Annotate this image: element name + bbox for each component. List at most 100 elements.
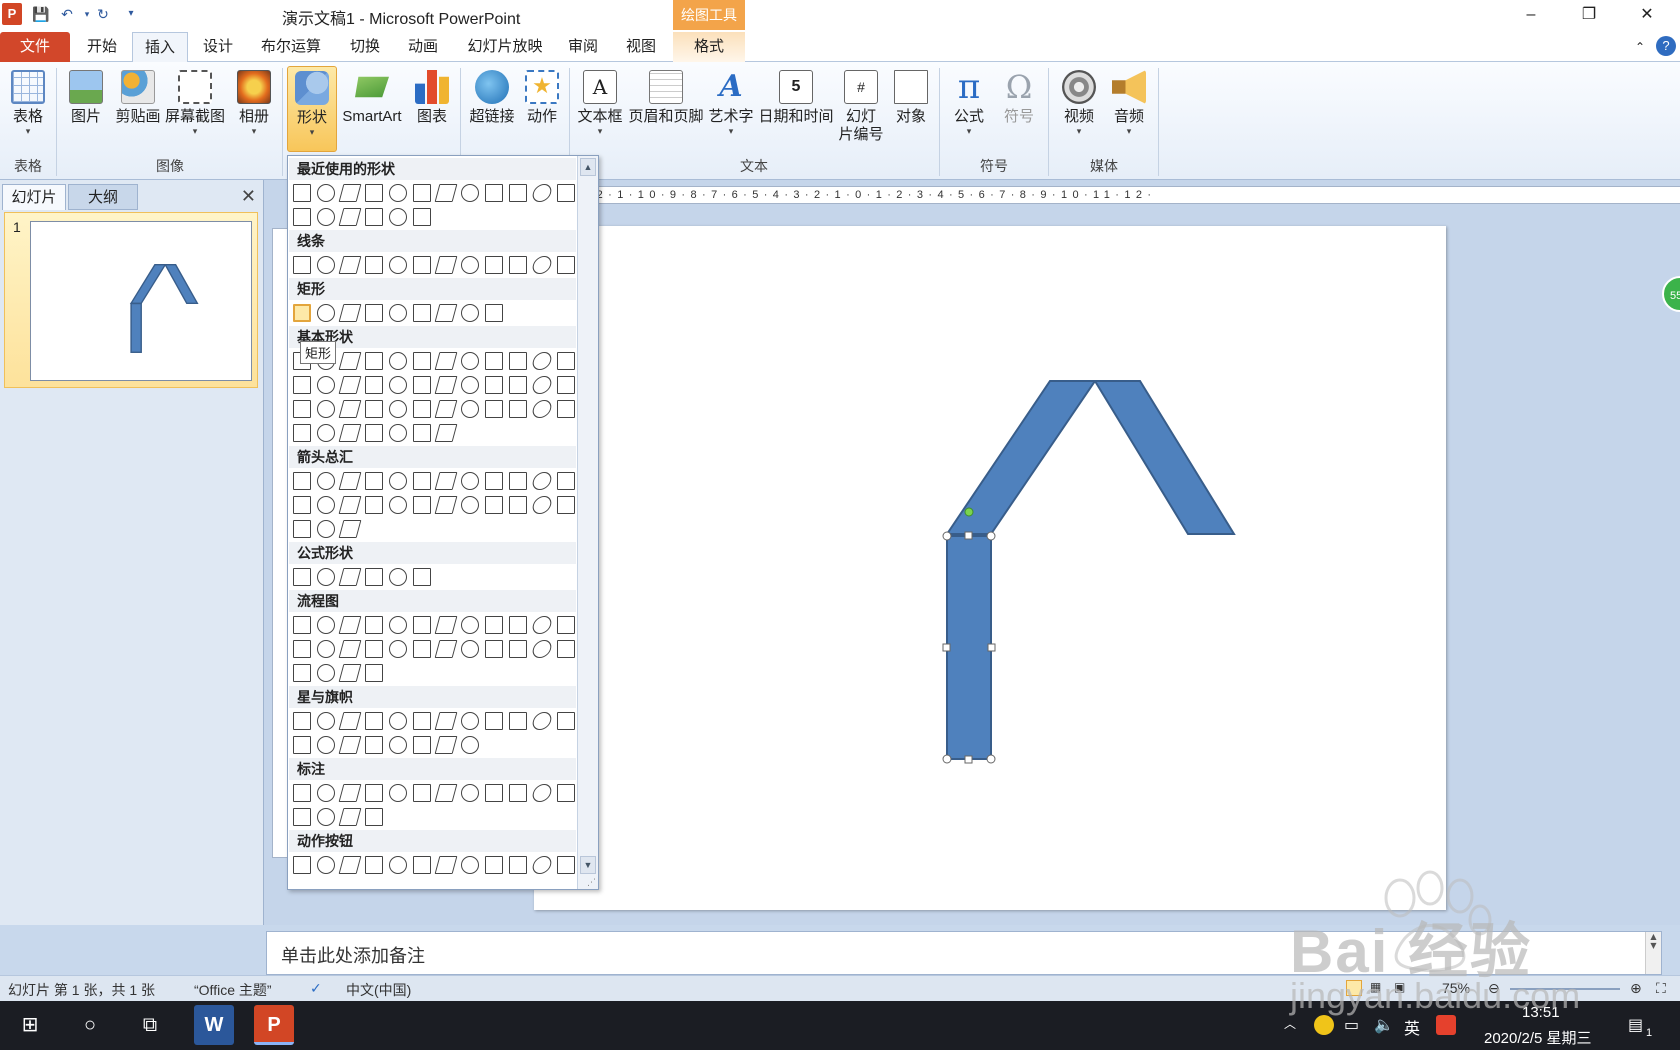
flowchart-row-3[interactable]	[293, 664, 383, 686]
arrows-shape-icon[interactable]	[461, 496, 479, 514]
tab-boolean[interactable]: 布尔运算	[254, 32, 328, 62]
stars-shape-icon[interactable]	[461, 712, 479, 730]
basic-shape-icon[interactable]	[530, 352, 554, 370]
basic-shape-icon[interactable]	[434, 352, 458, 370]
lines-shape-icon[interactable]	[293, 256, 311, 274]
arrows-shape-icon[interactable]	[485, 472, 503, 490]
basic-shape-icon[interactable]	[413, 424, 431, 442]
lines-shape-icon[interactable]	[530, 256, 554, 274]
undo-icon[interactable]: ↶	[58, 5, 76, 23]
flowchart-shape-icon[interactable]	[530, 616, 554, 634]
basic-shape-icon[interactable]	[317, 376, 335, 394]
tab-review[interactable]: 审阅	[560, 32, 606, 62]
flowchart-shape-icon[interactable]	[461, 616, 479, 634]
basic-shape-icon[interactable]	[485, 400, 503, 418]
lines-shape-icon[interactable]	[413, 256, 431, 274]
stars-row-1[interactable]	[293, 712, 575, 734]
basic-shape-icon[interactable]	[413, 400, 431, 418]
stars-shape-icon[interactable]	[317, 712, 335, 730]
fit-slide-icon[interactable]: ⛶	[1656, 980, 1666, 997]
action-buttons-shape-icon[interactable]	[413, 856, 431, 874]
stars-shape-icon[interactable]	[461, 736, 479, 754]
callouts-shape-icon[interactable]	[557, 784, 575, 802]
basic-shape-icon[interactable]	[293, 376, 311, 394]
flowchart-shape-icon[interactable]	[338, 664, 362, 682]
stars-shape-icon[interactable]	[293, 712, 311, 730]
recent-shapes-shape-icon[interactable]	[293, 208, 311, 226]
basic-shape-icon[interactable]	[557, 376, 575, 394]
datetime-button[interactable]: 5 日期和时间	[758, 66, 834, 152]
recent-shapes-shape-icon[interactable]	[413, 184, 431, 202]
arrows-shape-icon[interactable]	[434, 472, 458, 490]
basic-shape-icon[interactable]	[485, 376, 503, 394]
rectangles-shape-icon[interactable]	[461, 304, 479, 322]
flowchart-shape-icon[interactable]	[317, 616, 335, 634]
action-buttons-shape-icon[interactable]	[461, 856, 479, 874]
tab-view[interactable]: 视图	[618, 32, 664, 62]
recent-shapes-row[interactable]	[293, 184, 575, 206]
stars-shape-icon[interactable]	[389, 736, 407, 754]
tray-app-icon[interactable]	[1314, 1015, 1334, 1035]
arrows-shape-icon[interactable]	[389, 496, 407, 514]
spellcheck-icon[interactable]: ✓	[310, 980, 322, 997]
basic-shape-icon[interactable]	[317, 400, 335, 418]
flowchart-shape-icon[interactable]	[293, 616, 311, 634]
rectangles-shape-icon[interactable]	[485, 304, 503, 322]
action-buttons-shape-icon[interactable]	[485, 856, 503, 874]
clock-date[interactable]: 2020/2/5 星期三	[1484, 1027, 1592, 1048]
callouts-shape-icon[interactable]	[461, 784, 479, 802]
recent-shapes-shape-icon[interactable]	[530, 184, 554, 202]
basic-shape-icon[interactable]	[389, 352, 407, 370]
stars-row-2[interactable]	[293, 736, 479, 758]
basic-shape-icon[interactable]	[434, 400, 458, 418]
basic-shape-icon[interactable]	[338, 400, 362, 418]
recent-shapes-row-2[interactable]	[293, 208, 431, 230]
tab-design[interactable]: 设计	[196, 32, 240, 62]
recent-shapes-shape-icon[interactable]	[389, 184, 407, 202]
basic-shape-icon[interactable]	[338, 376, 362, 394]
slide-thumbnail-item[interactable]: 1	[4, 212, 258, 388]
stars-shape-icon[interactable]	[485, 712, 503, 730]
arrows-shape-icon[interactable]	[530, 496, 554, 514]
arrows-shape-icon[interactable]	[434, 496, 458, 514]
rectangles-shape-icon[interactable]	[365, 304, 383, 322]
tab-file[interactable]: 文件	[0, 32, 70, 62]
recent-shapes-shape-icon[interactable]	[293, 184, 311, 202]
picture-button[interactable]: 图片	[62, 66, 110, 152]
basic-shape-icon[interactable]	[461, 352, 479, 370]
basic-shape-icon[interactable]	[509, 376, 527, 394]
flowchart-shape-icon[interactable]	[293, 640, 311, 658]
shapes-button[interactable]: 形状 ▾	[287, 66, 337, 152]
basic-row-2[interactable]	[293, 376, 575, 398]
minimize-button[interactable]: –	[1506, 0, 1556, 30]
recent-shapes-shape-icon[interactable]	[317, 208, 335, 226]
stars-shape-icon[interactable]	[530, 712, 554, 730]
equation-shape-icon[interactable]	[338, 568, 362, 586]
recent-shapes-shape-icon[interactable]	[434, 184, 458, 202]
stars-shape-icon[interactable]	[509, 712, 527, 730]
flowchart-shape-icon[interactable]	[365, 664, 383, 682]
tab-home[interactable]: 开始	[80, 32, 124, 62]
slide-thumbnail[interactable]	[30, 221, 252, 381]
basic-shape-icon[interactable]	[461, 400, 479, 418]
flowchart-shape-icon[interactable]	[338, 616, 362, 634]
arrows-shape-icon[interactable]	[413, 472, 431, 490]
stars-shape-icon[interactable]	[365, 736, 383, 754]
arrows-row-1[interactable]	[293, 472, 575, 494]
recent-shapes-shape-icon[interactable]	[365, 184, 383, 202]
tab-format[interactable]: 格式	[673, 32, 745, 62]
arrows-shape-icon[interactable]	[338, 520, 362, 538]
smartart-button[interactable]: SmartArt	[338, 66, 406, 152]
rectangles-shape-icon[interactable]	[293, 304, 311, 322]
basic-shape-icon[interactable]	[338, 424, 362, 442]
recent-shapes-shape-icon[interactable]	[365, 208, 383, 226]
basic-row-3[interactable]	[293, 400, 575, 422]
recent-shapes-shape-icon[interactable]	[338, 184, 362, 202]
symbol-button[interactable]: Ω 符号	[994, 66, 1044, 152]
audio-button[interactable]: 音频 ▾	[1104, 66, 1154, 152]
action-buttons-shape-icon[interactable]	[530, 856, 554, 874]
flowchart-shape-icon[interactable]	[530, 640, 554, 658]
rectangles-shape-icon[interactable]	[389, 304, 407, 322]
equation-button[interactable]: π 公式 ▾	[944, 66, 994, 152]
clipart-button[interactable]: 剪贴画	[112, 66, 164, 152]
